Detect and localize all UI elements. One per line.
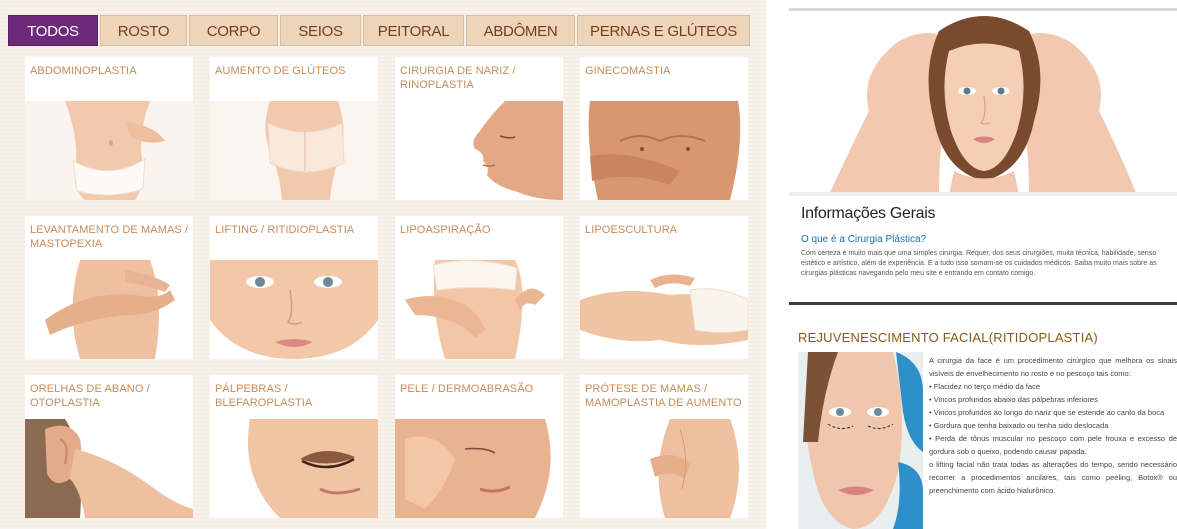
rejuvenation-title: REJUVENESCIMENTO FACIAL(RITIDOPLASTIA): [798, 330, 1098, 345]
breast-implant-photo[interactable]: [580, 419, 748, 518]
liposuction-photo[interactable]: [395, 260, 563, 359]
category-tabs: TODOS ROSTO CORPO SEIOS PEITORAL ABDÔMEN…: [8, 15, 758, 47]
procedure-label: PRÓTESE DE MAMAS / MAMOPLASTIA DE AUMENT…: [585, 383, 742, 409]
procedure-label: ORELHAS DE ABANO / OTOPLASTIA: [30, 383, 150, 409]
procedures-panel: TODOS ROSTO CORPO SEIOS PEITORAL ABDÔMEN…: [0, 0, 766, 529]
procedure-card-mamoplastia-de-aumento[interactable]: PRÓTESE DE MAMAS / MAMOPLASTIA DE AUMENT…: [580, 375, 748, 518]
procedure-card-abdominoplastia[interactable]: ABDOMINOPLASTIA: [25, 57, 193, 200]
nose-profile-photo[interactable]: [395, 101, 563, 200]
lying-body-photo[interactable]: [580, 260, 748, 359]
rejuvenation-intro: A cirurgia da face é um procedimento cir…: [929, 356, 1177, 378]
procedure-label: CIRURGIA DE NARIZ / RINOPLASTIA: [400, 65, 516, 91]
hero-divider: [789, 192, 1177, 196]
tab-peitoral[interactable]: PEITORAL: [363, 15, 464, 46]
info-body-text: Com certeza é muito mais que uma simples…: [801, 250, 1157, 277]
tab-rosto[interactable]: ROSTO: [100, 15, 187, 46]
procedure-label: LIPOASPIRAÇÃO: [400, 224, 491, 236]
procedure-label: PELE / DERMOABRASÃO: [400, 383, 534, 395]
rejuvenation-text: A cirurgia da face é um procedimento cir…: [929, 354, 1177, 497]
rejuvenation-note: o lifting facial não trata todas as alte…: [929, 460, 1177, 495]
procedure-label: LEVANTAMENTO DE MAMAS / MASTOPEXIA: [30, 224, 189, 250]
skin-photo[interactable]: [395, 419, 563, 518]
info-subtitle-link[interactable]: O que é a Cirurgia Plástica?: [801, 234, 926, 245]
procedure-label: LIPOESCULTURA: [585, 224, 678, 236]
procedure-card-rinoplastia[interactable]: CIRURGIA DE NARIZ / RINOPLASTIA: [395, 57, 563, 200]
face-surgery-marking-photo: [798, 352, 923, 529]
rejuvenation-bullet: • Gordura que tenha baixado ou tenha sid…: [929, 421, 1109, 430]
procedure-label: AUMENTO DE GLÚTEOS: [215, 65, 346, 77]
procedure-card-blefaroplastia[interactable]: PÁLPEBRAS / BLEFAROPLASTIA: [210, 375, 378, 518]
hero-woman-photo: [789, 8, 1177, 192]
rejuvenation-bullet: • Vincos profundos ao longo do nariz que…: [929, 408, 1165, 417]
rejuvenation-bullet: • Perda de tônus muscular no pescoço com…: [929, 434, 1177, 456]
procedure-card-lipoescultura[interactable]: LIPOESCULTURA: [580, 216, 748, 359]
procedure-card-lipoaspiracao[interactable]: LIPOASPIRAÇÃO: [395, 216, 563, 359]
tab-abdomen[interactable]: ABDÔMEN: [466, 15, 575, 46]
eyelid-photo[interactable]: [210, 419, 378, 518]
rejuvenation-bullet: • Flacidez no terço médio da face: [929, 382, 1041, 391]
general-info-panel: Informações Gerais O que é a Cirurgia Pl…: [789, 8, 1177, 288]
procedure-card-aumento-de-gluteos[interactable]: AUMENTO DE GLÚTEOS: [210, 57, 378, 200]
procedure-label: GINECOMASTIA: [585, 65, 671, 77]
tab-todos[interactable]: TODOS: [8, 15, 98, 46]
abdomen-photo[interactable]: [25, 101, 193, 200]
breast-lift-photo[interactable]: [25, 260, 193, 359]
procedure-label: PÁLPEBRAS / BLEFAROPLASTIA: [215, 383, 313, 409]
procedure-card-mastopexia[interactable]: LEVANTAMENTO DE MAMAS / MASTOPEXIA: [25, 216, 193, 359]
info-title: Informações Gerais: [801, 205, 936, 222]
procedure-card-otoplastia[interactable]: ORELHAS DE ABANO / OTOPLASTIA: [25, 375, 193, 518]
procedure-card-dermoabrasao[interactable]: PELE / DERMOABRASÃO: [395, 375, 563, 518]
face-lifting-photo[interactable]: [210, 260, 378, 359]
procedure-card-lifting[interactable]: LIFTING / RITIDIOPLASTIA: [210, 216, 378, 359]
rejuvenation-bullet: • Vincos profundos abaixo das pálpebras …: [929, 395, 1098, 404]
rejuvenation-panel: REJUVENESCIMENTO FACIAL(RITIDOPLASTIA) A…: [789, 305, 1177, 529]
tab-corpo[interactable]: CORPO: [189, 15, 278, 46]
procedure-label: LIFTING / RITIDIOPLASTIA: [215, 224, 355, 236]
glutes-photo[interactable]: [210, 101, 378, 200]
tab-pernas-e-gluteos[interactable]: PERNAS E GLÚTEOS: [577, 15, 750, 46]
procedure-label: ABDOMINOPLASTIA: [30, 65, 137, 77]
male-chest-photo[interactable]: [580, 101, 748, 200]
ear-photo[interactable]: [25, 419, 193, 518]
tab-seios[interactable]: SEIOS: [280, 15, 361, 46]
procedure-card-ginecomastia[interactable]: GINECOMASTIA: [580, 57, 748, 200]
